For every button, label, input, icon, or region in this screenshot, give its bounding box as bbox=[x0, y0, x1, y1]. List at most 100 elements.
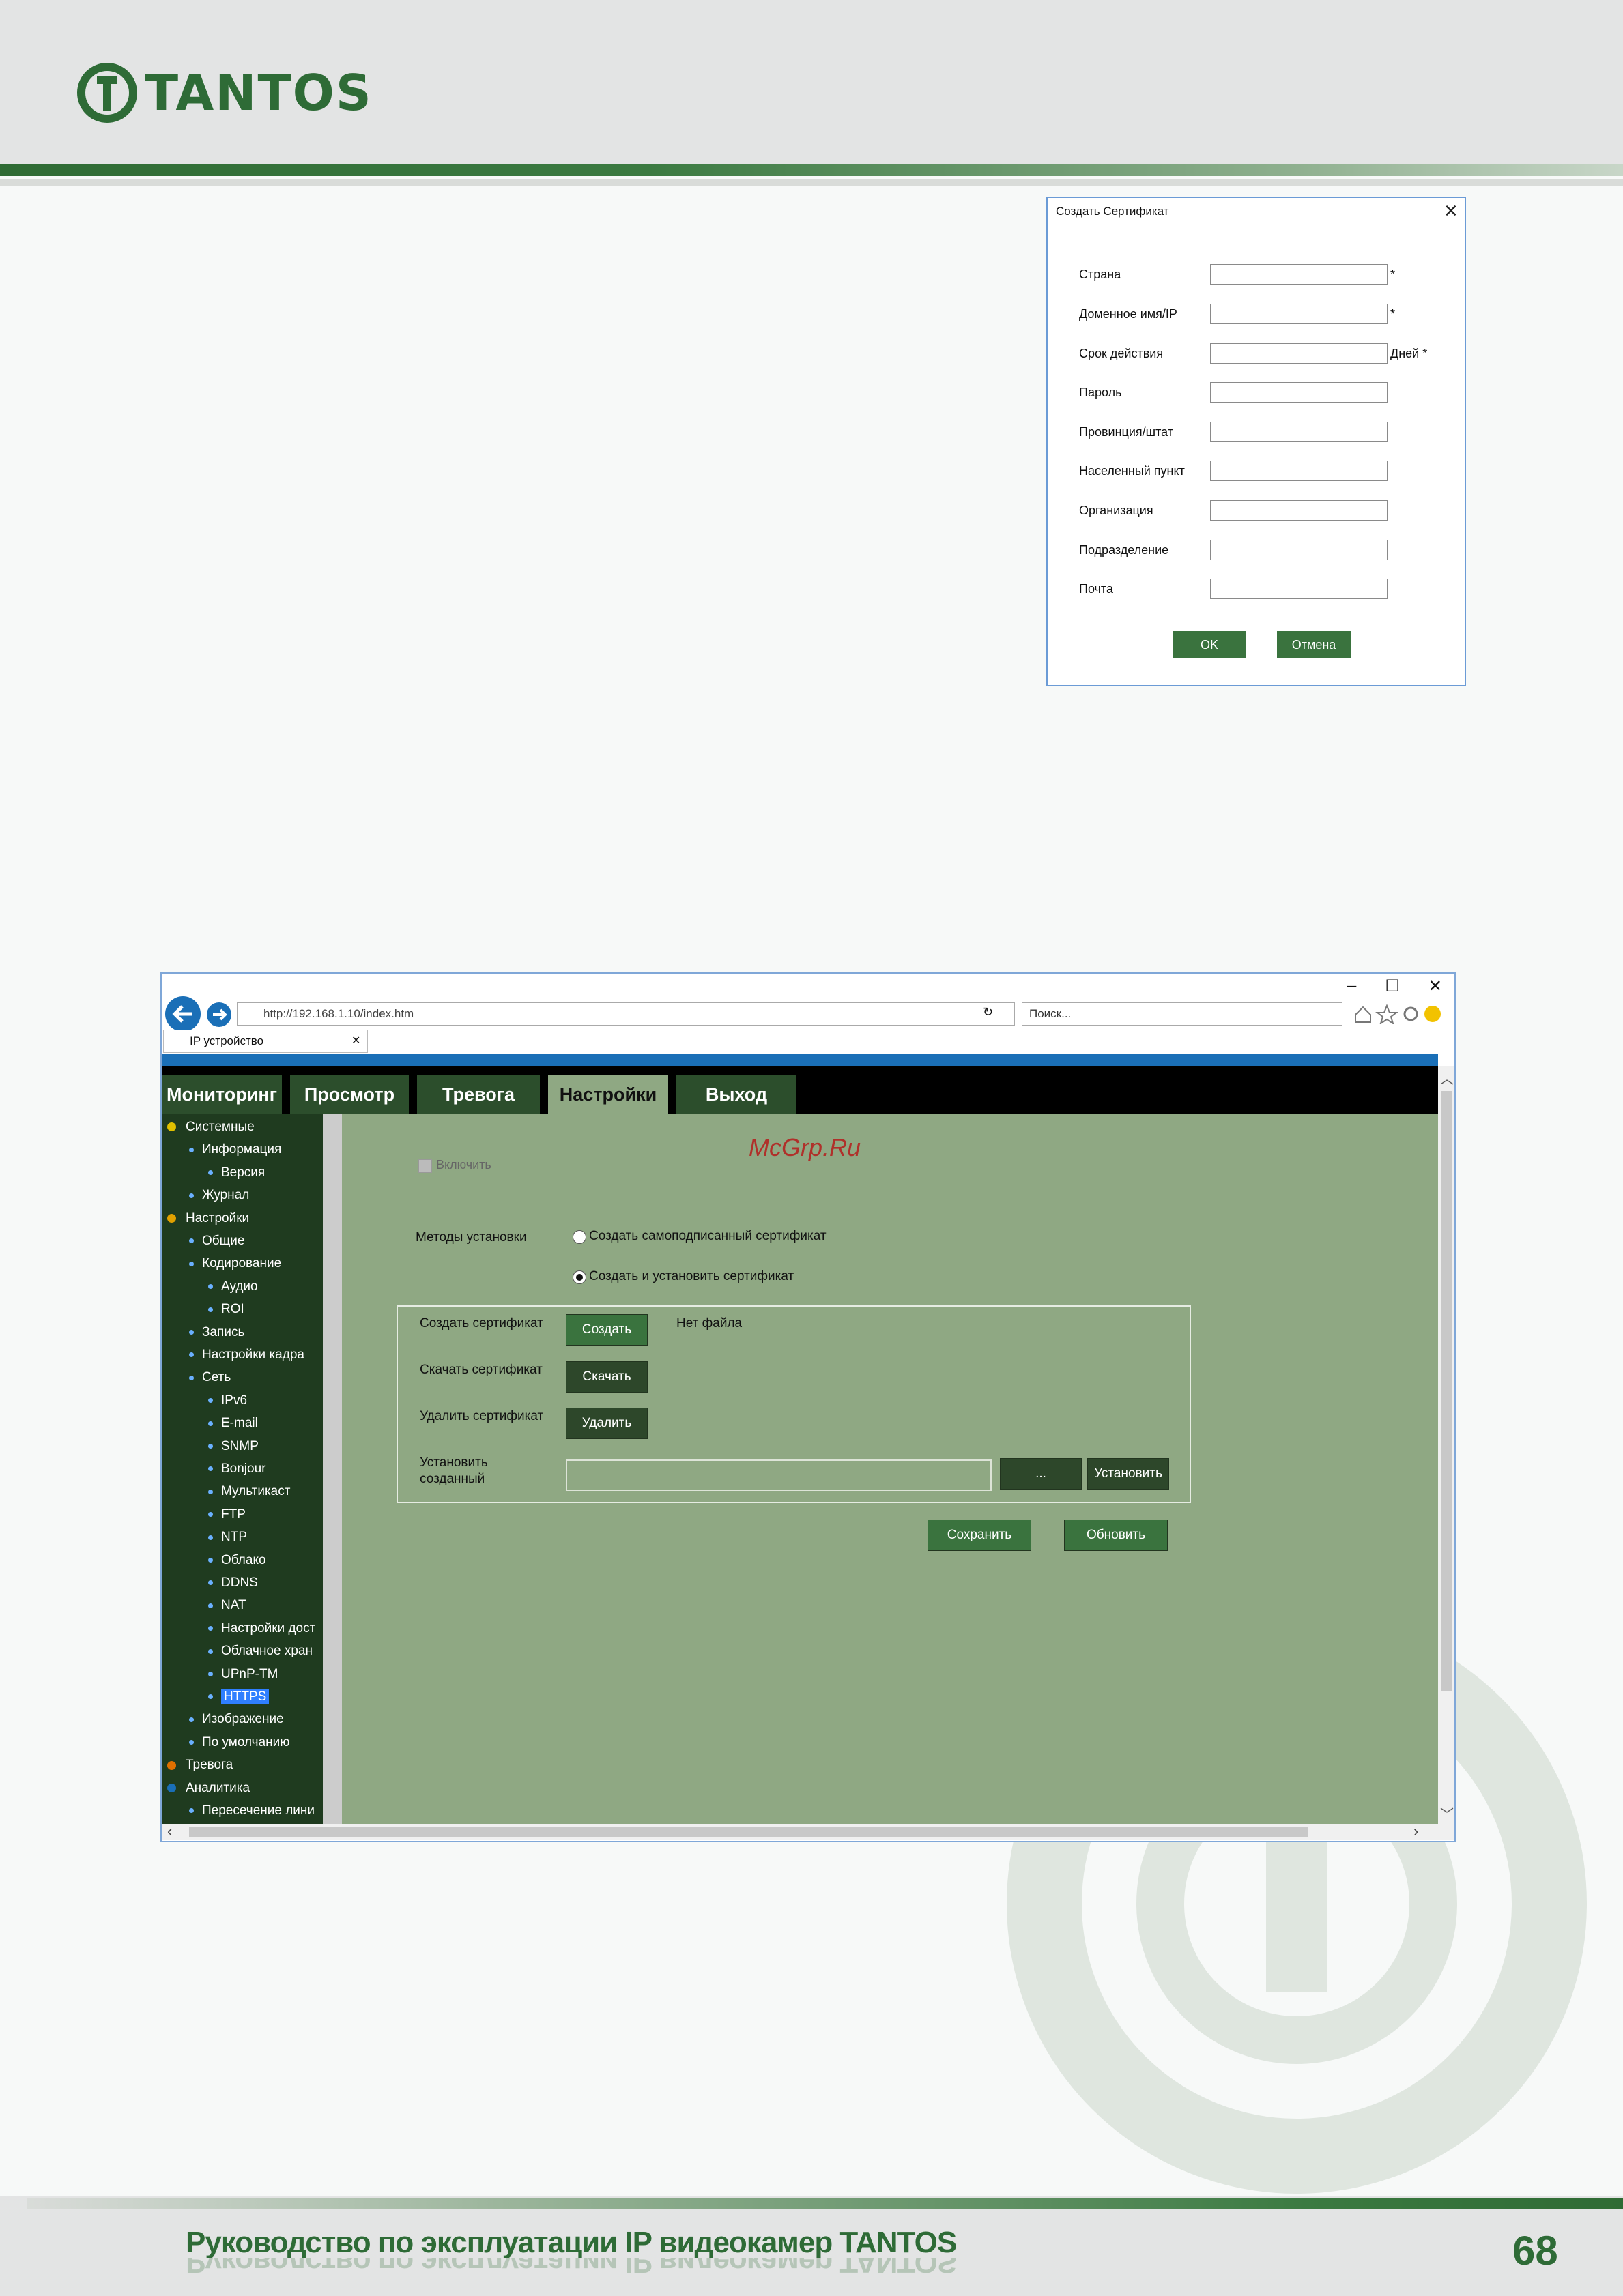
scroll-right-icon[interactable]: › bbox=[1413, 1822, 1418, 1840]
dialog-field-input[interactable] bbox=[1210, 422, 1388, 442]
nav-tab[interactable]: Выход bbox=[676, 1075, 796, 1114]
close-window-button[interactable]: ✕ bbox=[1428, 976, 1442, 996]
sidebar-item[interactable]: Общие bbox=[189, 1234, 244, 1249]
dialog-field-input[interactable] bbox=[1210, 304, 1388, 324]
scroll-up-icon[interactable]: ︿ bbox=[1440, 1068, 1454, 1088]
refresh-icon[interactable]: ↻ bbox=[983, 1005, 993, 1019]
sidebar-item[interactable]: По умолчанию bbox=[189, 1735, 290, 1750]
sidebar-item[interactable]: Аналитика bbox=[167, 1781, 250, 1796]
dialog-field-label: Почта bbox=[1079, 581, 1113, 596]
bullet-icon bbox=[208, 1398, 213, 1404]
sidebar-item[interactable]: Настройки дост bbox=[208, 1621, 315, 1636]
create-button[interactable]: Создать bbox=[566, 1314, 648, 1346]
tab-close-icon[interactable]: ✕ bbox=[351, 1034, 360, 1047]
sidebar-item-label: Облако bbox=[221, 1552, 266, 1567]
sidebar-item[interactable]: Сеть bbox=[189, 1370, 231, 1385]
radio-create-install[interactable] bbox=[573, 1270, 586, 1284]
maximize-button[interactable]: ☐ bbox=[1385, 976, 1400, 996]
back-icon[interactable] bbox=[163, 994, 203, 1034]
dialog-close-button[interactable]: ✕ bbox=[1444, 201, 1459, 222]
forward-icon[interactable] bbox=[205, 1001, 233, 1028]
enable-checkbox[interactable] bbox=[418, 1159, 432, 1173]
sidebar-item[interactable]: ROI bbox=[208, 1302, 244, 1317]
sidebar-item[interactable]: Тревога bbox=[167, 1758, 233, 1773]
ok-button[interactable]: OK bbox=[1173, 631, 1246, 658]
sidebar-scrollbar[interactable] bbox=[323, 1114, 342, 1824]
sidebar-item[interactable]: Пересечение лини bbox=[189, 1803, 315, 1818]
save-button[interactable]: Сохранить bbox=[928, 1520, 1031, 1551]
dialog-field-input[interactable] bbox=[1210, 382, 1388, 403]
dialog-field-input[interactable] bbox=[1210, 500, 1388, 521]
sidebar-item[interactable]: Запись bbox=[189, 1325, 244, 1340]
sidebar-item[interactable]: SNMP bbox=[208, 1439, 259, 1454]
nav-tab[interactable]: Тревога bbox=[417, 1075, 540, 1114]
sidebar-item[interactable]: NTP bbox=[208, 1530, 247, 1545]
download-button[interactable]: Скачать bbox=[566, 1361, 648, 1393]
sidebar-item-label: Настройки кадра bbox=[202, 1348, 304, 1362]
sidebar-item[interactable]: Изображение bbox=[189, 1712, 284, 1727]
bullet-icon bbox=[208, 1489, 213, 1494]
dialog-field-row: Подразделение bbox=[1079, 536, 1461, 564]
sidebar-item[interactable]: Информация bbox=[189, 1142, 281, 1157]
sidebar-item[interactable]: Настройки кадра bbox=[189, 1348, 304, 1363]
sidebar-item[interactable]: NAT bbox=[208, 1598, 246, 1613]
site-watermark: McGrp.Ru bbox=[749, 1133, 861, 1161]
sidebar-item[interactable]: Облачное хран bbox=[208, 1644, 313, 1659]
browser-toolbar-icons[interactable] bbox=[1353, 1004, 1441, 1024]
nav-tab[interactable]: Мониторинг bbox=[162, 1075, 282, 1114]
sidebar-item[interactable]: FTP bbox=[208, 1507, 246, 1522]
dialog-field-input[interactable] bbox=[1210, 540, 1388, 560]
sidebar-item-label: Изображение bbox=[202, 1712, 284, 1727]
sidebar-item[interactable]: Облако bbox=[208, 1553, 266, 1568]
sidebar-item-label: Настройки дост bbox=[221, 1621, 316, 1636]
sidebar-item[interactable]: IPv6 bbox=[208, 1393, 247, 1408]
option-create-install-label: Создать и установить сертификат bbox=[589, 1269, 794, 1283]
dialog-field-label: Страна bbox=[1079, 267, 1121, 281]
sidebar-item[interactable]: Мультикаст bbox=[208, 1484, 290, 1499]
dialog-field-input[interactable] bbox=[1210, 579, 1388, 599]
dialog-title: Создать Сертификат bbox=[1056, 205, 1169, 218]
install-file-field[interactable] bbox=[566, 1459, 992, 1491]
sidebar-item[interactable]: E-mail bbox=[208, 1416, 258, 1431]
download-cert-label: Скачать сертификат bbox=[420, 1363, 543, 1377]
sidebar-item[interactable]: Bonjour bbox=[208, 1462, 266, 1477]
install-button[interactable]: Установить bbox=[1087, 1458, 1169, 1490]
cancel-button[interactable]: Отмена bbox=[1277, 631, 1351, 658]
sidebar-item-label: HTTPS bbox=[221, 1689, 270, 1704]
search-input[interactable]: Поиск... bbox=[1022, 1002, 1342, 1026]
dialog-field-input[interactable] bbox=[1210, 264, 1388, 285]
page-horizontal-scrollbar[interactable]: ‹ › bbox=[162, 1822, 1454, 1840]
sidebar-item[interactable]: Версия bbox=[208, 1165, 265, 1180]
nav-tab[interactable]: Просмотр bbox=[290, 1075, 409, 1114]
dialog-field-input[interactable] bbox=[1210, 461, 1388, 481]
minimize-button[interactable]: – bbox=[1347, 976, 1356, 996]
bullet-icon bbox=[208, 1694, 213, 1700]
bullet-icon bbox=[208, 1580, 213, 1586]
sidebar-item[interactable]: HTTPS bbox=[208, 1689, 270, 1704]
nav-tab[interactable]: Настройки bbox=[548, 1075, 668, 1114]
radio-self-signed[interactable] bbox=[573, 1230, 586, 1244]
sidebar-item[interactable]: Настройки bbox=[167, 1211, 249, 1226]
sidebar-item[interactable]: UPnP-TM bbox=[208, 1667, 278, 1682]
analytics-icon bbox=[167, 1784, 176, 1793]
refresh-button[interactable]: Обновить bbox=[1064, 1520, 1168, 1551]
sidebar-item-label: Облачное хран bbox=[221, 1644, 313, 1659]
sidebar-item[interactable]: Аудио bbox=[208, 1279, 258, 1294]
sidebar-item-label: SNMP bbox=[221, 1438, 259, 1453]
browser-tab[interactable]: IP устройство bbox=[163, 1030, 368, 1053]
dialog-field-input[interactable] bbox=[1210, 343, 1388, 364]
bullet-icon bbox=[189, 1193, 194, 1198]
address-bar[interactable]: http://192.168.1.10/index.htm bbox=[237, 1002, 1015, 1026]
sidebar-item[interactable]: Журнал bbox=[189, 1188, 249, 1203]
sidebar-item[interactable]: DDNS bbox=[208, 1575, 258, 1590]
header-stripe bbox=[0, 164, 1623, 176]
scroll-left-icon[interactable]: ‹ bbox=[167, 1822, 172, 1840]
app-nav-bar: Мониторинг Просмотр Тревога Настройки Выход bbox=[162, 1066, 1438, 1114]
sidebar-item[interactable]: Системные bbox=[167, 1120, 255, 1135]
delete-button[interactable]: Удалить bbox=[566, 1408, 648, 1439]
bullet-icon bbox=[208, 1466, 213, 1472]
page-vertical-scrollbar[interactable]: ︿ ﹀ bbox=[1438, 1066, 1454, 1824]
browse-button[interactable]: ... bbox=[1000, 1458, 1082, 1490]
sidebar-item[interactable]: Кодирование bbox=[189, 1256, 281, 1271]
scroll-down-icon[interactable]: ﹀ bbox=[1440, 1803, 1454, 1823]
